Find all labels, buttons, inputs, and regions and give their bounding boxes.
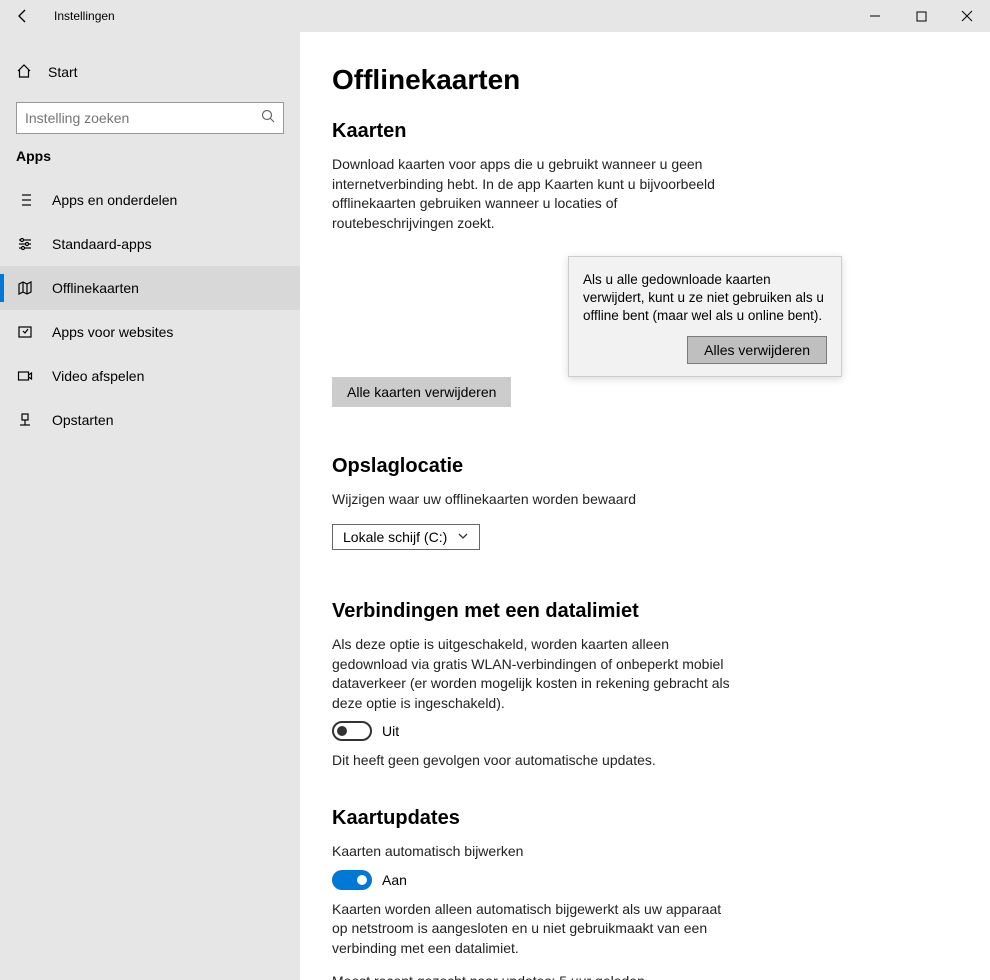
metered-toggle[interactable] bbox=[332, 721, 372, 741]
home-icon bbox=[16, 63, 32, 82]
sidebar-item-label: Opstarten bbox=[52, 412, 113, 428]
close-button[interactable] bbox=[944, 0, 990, 32]
content: Offlinekaarten Kaarten Download kaarten … bbox=[300, 32, 990, 980]
sidebar-item-apps-for-websites[interactable]: Apps voor websites bbox=[0, 310, 300, 354]
auto-update-toggle-state: Aan bbox=[382, 872, 407, 888]
auto-update-toggle[interactable] bbox=[332, 870, 372, 890]
metered-toggle-state: Uit bbox=[382, 723, 399, 739]
minimize-button[interactable] bbox=[852, 0, 898, 32]
back-button[interactable] bbox=[0, 0, 46, 32]
section-updates-heading: Kaartupdates bbox=[332, 807, 990, 830]
window-title: Instellingen bbox=[46, 9, 115, 23]
website-icon bbox=[16, 323, 34, 341]
defaults-icon bbox=[16, 235, 34, 253]
startup-icon bbox=[16, 411, 34, 429]
search-icon bbox=[261, 109, 275, 128]
sidebar-item-apps-features[interactable]: Apps en onderdelen bbox=[0, 178, 300, 222]
section-metered-desc: Als deze optie is uitgeschakeld, worden … bbox=[332, 635, 742, 713]
section-updates-note: Kaarten worden alleen automatisch bijgew… bbox=[332, 900, 732, 959]
section-kaarten-desc: Download kaarten voor apps die u gebruik… bbox=[332, 155, 722, 233]
video-icon bbox=[16, 367, 34, 385]
sidebar-item-startup[interactable]: Opstarten bbox=[0, 398, 300, 442]
confirm-delete-popup: Als u alle gedownloade kaarten verwijder… bbox=[568, 256, 842, 377]
sidebar-item-label: Standaard-apps bbox=[52, 236, 152, 252]
storage-location-dropdown[interactable]: Lokale schijf (C:) bbox=[332, 524, 480, 550]
sidebar-item-label: Apps en onderdelen bbox=[52, 192, 177, 208]
maximize-button[interactable] bbox=[898, 0, 944, 32]
map-icon bbox=[16, 279, 34, 297]
titlebar: Instellingen bbox=[0, 0, 990, 32]
chevron-down-icon bbox=[457, 529, 469, 545]
search-box[interactable] bbox=[16, 102, 284, 134]
popup-text: Als u alle gedownloade kaarten verwijder… bbox=[583, 271, 827, 326]
sidebar-item-offline-maps[interactable]: Offlinekaarten bbox=[0, 266, 300, 310]
category-label: Apps bbox=[0, 148, 300, 178]
sidebar-item-label: Apps voor websites bbox=[52, 324, 173, 340]
search-input[interactable] bbox=[25, 110, 261, 126]
sidebar-item-default-apps[interactable]: Standaard-apps bbox=[0, 222, 300, 266]
confirm-delete-button[interactable]: Alles verwijderen bbox=[687, 336, 827, 364]
section-storage-heading: Opslaglocatie bbox=[332, 455, 990, 478]
section-kaarten-heading: Kaarten bbox=[332, 120, 990, 143]
sidebar: Start Apps Apps en onderdelen Standaard-… bbox=[0, 32, 300, 980]
dropdown-value: Lokale schijf (C:) bbox=[343, 529, 447, 545]
list-icon bbox=[16, 191, 34, 209]
sidebar-item-label: Video afspelen bbox=[52, 368, 144, 384]
sidebar-item-label: Offlinekaarten bbox=[52, 280, 139, 296]
sidebar-item-video-playback[interactable]: Video afspelen bbox=[0, 354, 300, 398]
section-storage-desc: Wijzigen waar uw offlinekaarten worden b… bbox=[332, 490, 722, 510]
delete-all-maps-button[interactable]: Alle kaarten verwijderen bbox=[332, 377, 511, 407]
section-metered-note: Dit heeft geen gevolgen voor automatisch… bbox=[332, 751, 722, 771]
section-metered-heading: Verbindingen met een datalimiet bbox=[332, 600, 990, 623]
page-title: Offlinekaarten bbox=[332, 64, 990, 96]
section-updates-desc: Kaarten automatisch bijwerken bbox=[332, 842, 722, 862]
home-button[interactable]: Start bbox=[0, 52, 300, 92]
home-label: Start bbox=[48, 64, 78, 80]
section-updates-last: Meest recent gezocht naar updates: 5 uur… bbox=[332, 972, 722, 980]
